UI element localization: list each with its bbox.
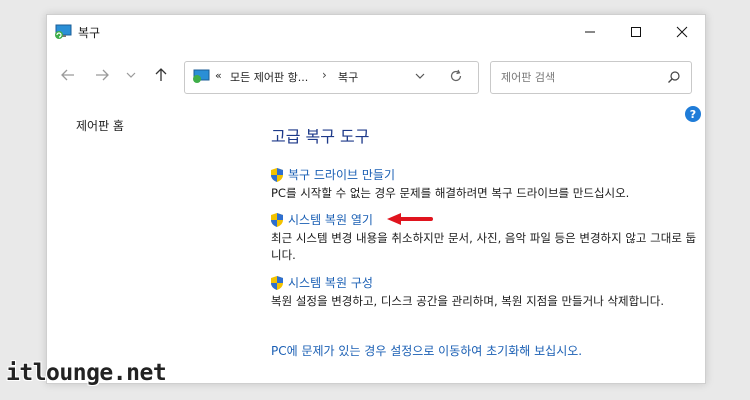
close-button[interactable]: [659, 15, 705, 49]
arrow-left-icon: [61, 69, 74, 81]
site-watermark: itlounge.net: [6, 360, 167, 386]
navigation-bar: « 모든 제어판 항... › 복구 제어판 검색: [47, 49, 705, 101]
search-box[interactable]: 제어판 검색: [490, 61, 692, 94]
recovery-app-icon: [55, 24, 72, 39]
minimize-button[interactable]: [567, 15, 613, 49]
task-link-label[interactable]: 복구 드라이브 만들기: [288, 166, 395, 183]
address-bar[interactable]: « 모든 제어판 항... › 복구: [184, 61, 479, 94]
help-icon[interactable]: ?: [685, 106, 701, 122]
up-button[interactable]: [153, 63, 169, 87]
breadcrumb-recovery[interactable]: 복구: [338, 69, 358, 85]
uac-shield-icon: [271, 275, 283, 290]
configure-system-restore-link[interactable]: 시스템 복원 구성: [269, 274, 701, 291]
back-button[interactable]: [59, 63, 77, 87]
minimize-icon: [585, 31, 595, 33]
address-dropdown-icon[interactable]: [414, 70, 426, 82]
sidebar-item-control-panel-home[interactable]: 제어판 홈: [76, 117, 124, 134]
reset-pc-settings-link[interactable]: PC에 문제가 있는 경우 설정으로 이동하여 초기화해 보십시오.: [271, 342, 582, 359]
task-link-label[interactable]: 시스템 복원 열기: [288, 211, 373, 228]
red-arrow-annotation-icon: [387, 213, 433, 225]
breadcrumb-all-control-panel-items[interactable]: 모든 제어판 항...: [230, 69, 308, 85]
open-system-restore-link[interactable]: 시스템 복원 열기: [269, 211, 701, 228]
recovery-location-icon: [193, 69, 210, 83]
task-create-recovery-drive: 복구 드라이브 만들기 PC를 시작할 수 없는 경우 문제를 해결하려면 복구…: [269, 166, 701, 202]
refresh-icon[interactable]: [449, 69, 463, 83]
recent-locations-button[interactable]: [125, 63, 137, 87]
task-description: 복원 설정을 변경하고, 디스크 공간을 관리하며, 복원 지점을 만들거나 삭…: [271, 294, 665, 308]
breadcrumb-overflow[interactable]: «: [215, 69, 222, 82]
title-bar: 복구: [47, 15, 705, 49]
control-panel-window: 복구 « 모든 제어판 항... › 복구 제어판 검색 ? 제어판 홈 고급 …: [46, 14, 706, 384]
page-title: 고급 복구 도구: [271, 127, 370, 146]
arrow-right-icon: [96, 69, 109, 81]
breadcrumb-separator[interactable]: ›: [322, 68, 327, 82]
create-recovery-drive-link[interactable]: 복구 드라이브 만들기: [269, 166, 701, 183]
maximize-button[interactable]: [613, 15, 659, 49]
window-title: 복구: [78, 26, 101, 40]
task-open-system-restore: 시스템 복원 열기 최근 시스템 변경 내용을 취소하지만 문서, 사진, 음악…: [269, 211, 701, 264]
task-description: 최근 시스템 변경 내용을 취소하지만 문서, 사진, 음악 파일 등은 변경하…: [271, 231, 697, 262]
forward-button[interactable]: [93, 63, 111, 87]
task-configure-system-restore: 시스템 복원 구성 복원 설정을 변경하고, 디스크 공간을 관리하며, 복원 …: [269, 274, 701, 310]
close-icon: [676, 26, 688, 38]
chevron-down-icon: [126, 72, 136, 78]
uac-shield-icon: [271, 167, 283, 182]
arrow-up-icon: [155, 68, 167, 81]
search-icon[interactable]: [667, 70, 681, 84]
task-link-label[interactable]: 시스템 복원 구성: [288, 274, 373, 291]
uac-shield-icon: [271, 212, 283, 227]
search-input[interactable]: 제어판 검색: [501, 69, 555, 85]
task-description: PC를 시작할 수 없는 경우 문제를 해결하려면 복구 드라이브를 만드십시오…: [271, 186, 630, 200]
maximize-icon: [631, 27, 641, 37]
